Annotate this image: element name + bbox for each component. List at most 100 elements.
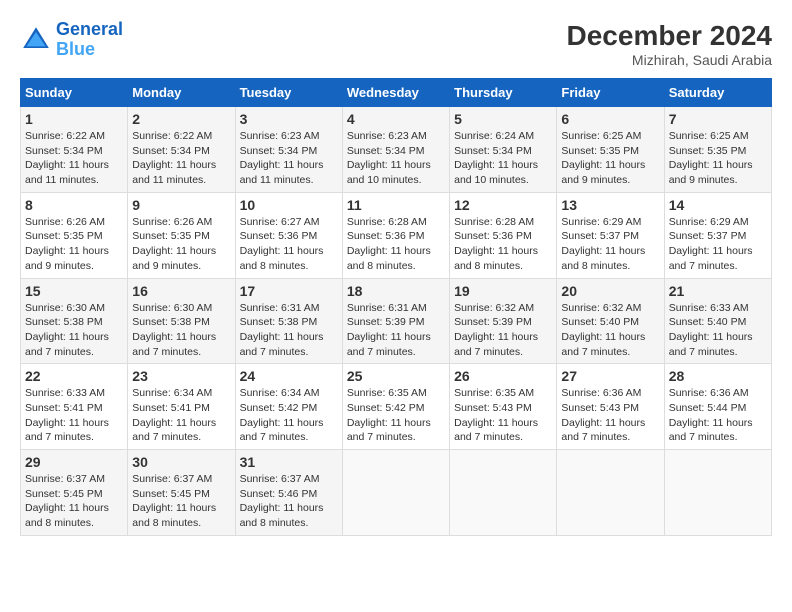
day-info: Sunrise: 6:34 AM Sunset: 5:41 PM Dayligh… [132, 386, 230, 445]
day-info: Sunrise: 6:30 AM Sunset: 5:38 PM Dayligh… [132, 301, 230, 360]
calendar-week-2: 8 Sunrise: 6:26 AM Sunset: 5:35 PM Daylig… [21, 192, 772, 278]
day-number: 15 [25, 283, 123, 299]
header-cell-wednesday: Wednesday [342, 79, 449, 107]
day-info: Sunrise: 6:22 AM Sunset: 5:34 PM Dayligh… [132, 129, 230, 188]
logo-text: GeneralBlue [56, 20, 123, 60]
calendar-cell: 21 Sunrise: 6:33 AM Sunset: 5:40 PM Dayli… [664, 278, 771, 364]
day-number: 24 [240, 368, 338, 384]
day-number: 20 [561, 283, 659, 299]
day-info: Sunrise: 6:23 AM Sunset: 5:34 PM Dayligh… [347, 129, 445, 188]
day-number: 18 [347, 283, 445, 299]
day-number: 4 [347, 111, 445, 127]
day-number: 22 [25, 368, 123, 384]
day-number: 12 [454, 197, 552, 213]
header-cell-monday: Monday [128, 79, 235, 107]
day-number: 3 [240, 111, 338, 127]
calendar-cell: 9 Sunrise: 6:26 AM Sunset: 5:35 PM Daylig… [128, 192, 235, 278]
day-number: 13 [561, 197, 659, 213]
day-number: 7 [669, 111, 767, 127]
day-number: 1 [25, 111, 123, 127]
day-info: Sunrise: 6:31 AM Sunset: 5:39 PM Dayligh… [347, 301, 445, 360]
day-number: 2 [132, 111, 230, 127]
day-number: 31 [240, 454, 338, 470]
calendar-table: SundayMondayTuesdayWednesdayThursdayFrid… [20, 78, 772, 536]
day-number: 25 [347, 368, 445, 384]
calendar-cell: 10Sunrise: 6:27 AM Sunset: 5:36 PM Dayli… [235, 192, 342, 278]
day-info: Sunrise: 6:32 AM Sunset: 5:39 PM Dayligh… [454, 301, 552, 360]
header-cell-thursday: Thursday [450, 79, 557, 107]
day-number: 6 [561, 111, 659, 127]
calendar-cell: 11 Sunrise: 6:28 AM Sunset: 5:36 PM Dayli… [342, 192, 449, 278]
calendar-cell: 2 Sunrise: 6:22 AM Sunset: 5:34 PM Daylig… [128, 107, 235, 193]
calendar-cell: 19 Sunrise: 6:32 AM Sunset: 5:39 PM Dayli… [450, 278, 557, 364]
calendar-cell: 5 Sunrise: 6:24 AM Sunset: 5:34 PM Daylig… [450, 107, 557, 193]
day-number: 30 [132, 454, 230, 470]
day-number: 9 [132, 197, 230, 213]
calendar-cell: 7 Sunrise: 6:25 AM Sunset: 5:35 PM Daylig… [664, 107, 771, 193]
header-cell-tuesday: Tuesday [235, 79, 342, 107]
calendar-cell: 24Sunrise: 6:34 AM Sunset: 5:42 PM Dayli… [235, 364, 342, 450]
day-number: 26 [454, 368, 552, 384]
header-cell-saturday: Saturday [664, 79, 771, 107]
calendar-cell [342, 450, 449, 536]
calendar-cell: 17 Sunrise: 6:31 AM Sunset: 5:38 PM Dayli… [235, 278, 342, 364]
day-info: Sunrise: 6:37 AM Sunset: 5:46 PM Dayligh… [240, 472, 338, 531]
calendar-cell: 1Sunrise: 6:22 AM Sunset: 5:34 PM Daylig… [21, 107, 128, 193]
day-number: 11 [347, 197, 445, 213]
day-info: Sunrise: 6:33 AM Sunset: 5:41 PM Dayligh… [25, 386, 123, 445]
header-row: SundayMondayTuesdayWednesdayThursdayFrid… [21, 79, 772, 107]
calendar-cell: 30 Sunrise: 6:37 AM Sunset: 5:45 PM Dayli… [128, 450, 235, 536]
month-year: December 2024 [567, 20, 772, 52]
day-info: Sunrise: 6:32 AM Sunset: 5:40 PM Dayligh… [561, 301, 659, 360]
calendar-cell: 20 Sunrise: 6:32 AM Sunset: 5:40 PM Dayli… [557, 278, 664, 364]
day-info: Sunrise: 6:24 AM Sunset: 5:34 PM Dayligh… [454, 129, 552, 188]
calendar-cell: 16 Sunrise: 6:30 AM Sunset: 5:38 PM Dayli… [128, 278, 235, 364]
location: Mizhirah, Saudi Arabia [567, 52, 772, 68]
day-info: Sunrise: 6:31 AM Sunset: 5:38 PM Dayligh… [240, 301, 338, 360]
calendar-cell: 23 Sunrise: 6:34 AM Sunset: 5:41 PM Dayli… [128, 364, 235, 450]
calendar-week-1: 1 Sunrise: 6:22 AM Sunset: 5:34 PM Daylig… [21, 107, 772, 193]
calendar-cell: 18 Sunrise: 6:31 AM Sunset: 5:39 PM Dayli… [342, 278, 449, 364]
day-info: Sunrise: 6:37 AM Sunset: 5:45 PM Dayligh… [132, 472, 230, 531]
day-number: 16 [132, 283, 230, 299]
calendar-cell: 15Sunrise: 6:30 AM Sunset: 5:38 PM Dayli… [21, 278, 128, 364]
day-number: 28 [669, 368, 767, 384]
day-info: Sunrise: 6:25 AM Sunset: 5:35 PM Dayligh… [669, 129, 767, 188]
header-cell-sunday: Sunday [21, 79, 128, 107]
day-info: Sunrise: 6:23 AM Sunset: 5:34 PM Dayligh… [240, 129, 338, 188]
day-number: 10 [240, 197, 338, 213]
calendar-cell: 27Sunrise: 6:36 AM Sunset: 5:43 PM Dayli… [557, 364, 664, 450]
calendar-cell: 26Sunrise: 6:35 AM Sunset: 5:43 PM Dayli… [450, 364, 557, 450]
day-number: 5 [454, 111, 552, 127]
day-info: Sunrise: 6:35 AM Sunset: 5:42 PM Dayligh… [347, 386, 445, 445]
day-number: 23 [132, 368, 230, 384]
day-number: 8 [25, 197, 123, 213]
calendar-cell: 28 Sunrise: 6:36 AM Sunset: 5:44 PM Dayli… [664, 364, 771, 450]
day-info: Sunrise: 6:33 AM Sunset: 5:40 PM Dayligh… [669, 301, 767, 360]
calendar-cell [557, 450, 664, 536]
day-info: Sunrise: 6:36 AM Sunset: 5:43 PM Dayligh… [561, 386, 659, 445]
day-info: Sunrise: 6:36 AM Sunset: 5:44 PM Dayligh… [669, 386, 767, 445]
day-info: Sunrise: 6:28 AM Sunset: 5:36 PM Dayligh… [454, 215, 552, 274]
logo: GeneralBlue [20, 20, 123, 60]
title-block: December 2024 Mizhirah, Saudi Arabia [567, 20, 772, 68]
day-number: 29 [25, 454, 123, 470]
calendar-cell: 8Sunrise: 6:26 AM Sunset: 5:35 PM Daylig… [21, 192, 128, 278]
calendar-cell: 6 Sunrise: 6:25 AM Sunset: 5:35 PM Daylig… [557, 107, 664, 193]
day-info: Sunrise: 6:26 AM Sunset: 5:35 PM Dayligh… [132, 215, 230, 274]
day-number: 19 [454, 283, 552, 299]
day-info: Sunrise: 6:25 AM Sunset: 5:35 PM Dayligh… [561, 129, 659, 188]
calendar-cell: 4 Sunrise: 6:23 AM Sunset: 5:34 PM Daylig… [342, 107, 449, 193]
calendar-week-4: 22 Sunrise: 6:33 AM Sunset: 5:41 PM Dayli… [21, 364, 772, 450]
calendar-cell: 31 Sunrise: 6:37 AM Sunset: 5:46 PM Dayli… [235, 450, 342, 536]
day-number: 21 [669, 283, 767, 299]
calendar-cell: 29Sunrise: 6:37 AM Sunset: 5:45 PM Dayli… [21, 450, 128, 536]
page-header: GeneralBlue December 2024 Mizhirah, Saud… [20, 20, 772, 68]
day-number: 17 [240, 283, 338, 299]
calendar-week-5: 29 Sunrise: 6:37 AM Sunset: 5:45 PM Dayli… [21, 450, 772, 536]
calendar-cell: 3 Sunrise: 6:23 AM Sunset: 5:34 PM Daylig… [235, 107, 342, 193]
calendar-cell [664, 450, 771, 536]
calendar-cell [450, 450, 557, 536]
calendar-week-3: 15 Sunrise: 6:30 AM Sunset: 5:38 PM Dayli… [21, 278, 772, 364]
day-info: Sunrise: 6:28 AM Sunset: 5:36 PM Dayligh… [347, 215, 445, 274]
